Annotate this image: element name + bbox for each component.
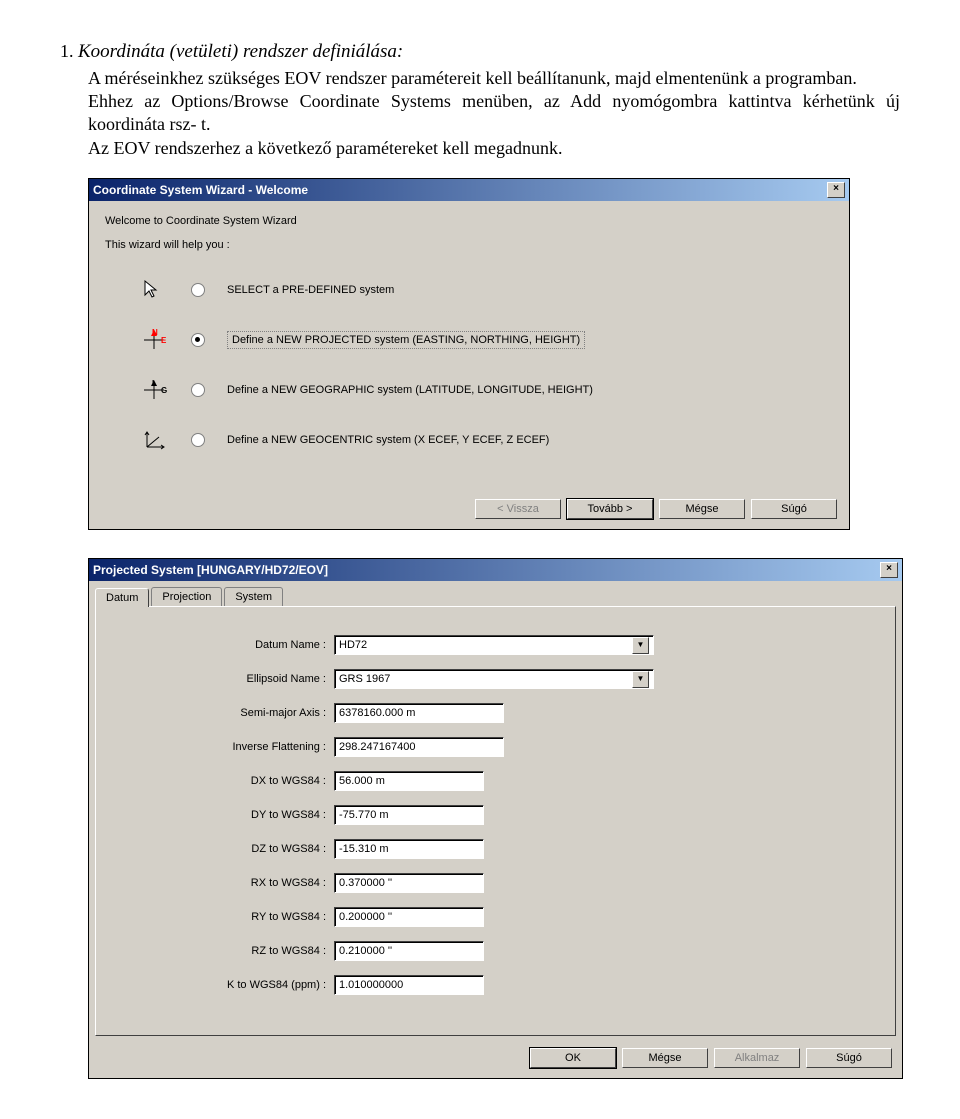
coord-wizard-dialog: Coordinate System Wizard - Welcome × Wel… [88,178,850,530]
welcome-text: Welcome to Coordinate System Wizard [105,215,833,227]
projected-system-dialog: Projected System [HUNGARY/HD72/EOV] × Da… [88,558,903,1079]
option-label: Define a NEW GEOCENTRIC system (X ECEF, … [227,434,549,446]
row-k: K to WGS84 (ppm) : 1.010000000 [106,975,885,995]
cursor-icon [141,279,169,301]
row-datum-name: Datum Name : HD72 ▼ [106,635,885,655]
semimajor-field[interactable]: 6378160.000 m [334,703,504,723]
option-label: Define a NEW GEOGRAPHIC system (LATITUDE… [227,384,593,396]
option-predefined[interactable]: SELECT a PRE-DEFINED system [141,279,833,301]
apply-button: Alkalmaz [714,1048,800,1068]
tab-strip: Datum Projection System [89,581,902,606]
option-geographic[interactable]: L G Define a NEW GEOGRAPHIC system (LATI… [141,379,833,401]
dialog-title: Coordinate System Wizard - Welcome [93,183,308,197]
datum-name-combo[interactable]: HD72 ▼ [334,635,654,655]
label-rx: RX to WGS84 : [106,877,334,889]
close-icon[interactable]: × [880,562,898,578]
label-rz: RZ to WGS84 : [106,945,334,957]
label-datum-name: Datum Name : [106,639,334,651]
label-k: K to WGS84 (ppm) : [106,979,334,991]
option-label: SELECT a PRE-DEFINED system [227,284,394,296]
option-geocentric[interactable]: Define a NEW GEOCENTRIC system (X ECEF, … [141,429,833,451]
back-button: < Vissza [475,499,561,519]
chevron-down-icon[interactable]: ▼ [632,671,649,688]
option-projected[interactable]: N E Define a NEW PROJECTED system (EASTI… [141,329,833,351]
row-rx: RX to WGS84 : 0.370000 '' [106,873,885,893]
row-semimajor: Semi-major Axis : 6378160.000 m [106,703,885,723]
cancel-button[interactable]: Mégse [622,1048,708,1068]
dialog-title: Projected System [HUNGARY/HD72/EOV] [93,563,328,577]
label-dx: DX to WGS84 : [106,775,334,787]
row-rz: RZ to WGS84 : 0.210000 '' [106,941,885,961]
help-button[interactable]: Súgó [751,499,837,519]
rx-field[interactable]: 0.370000 '' [334,873,484,893]
row-dz: DZ to WGS84 : -15.310 m [106,839,885,859]
option-label: Define a NEW PROJECTED system (EASTING, … [227,331,585,349]
compass-icon: N E [141,329,169,351]
section-title: Koordináta (vetületi) rendszer definiálá… [78,41,403,62]
k-field[interactable]: 1.010000000 [334,975,484,995]
label-dy: DY to WGS84 : [106,809,334,821]
label-invflat: Inverse Flattening : [106,741,334,753]
tab-projection[interactable]: Projection [151,587,222,606]
row-dy: DY to WGS84 : -75.770 m [106,805,885,825]
radio-predefined[interactable] [191,283,205,297]
label-semimajor: Semi-major Axis : [106,707,334,719]
rz-field[interactable]: 0.210000 '' [334,941,484,961]
label-ellipsoid: Ellipsoid Name : [106,673,334,685]
titlebar: Coordinate System Wizard - Welcome × [89,179,849,201]
dz-field[interactable]: -15.310 m [334,839,484,859]
titlebar: Projected System [HUNGARY/HD72/EOV] × [89,559,902,581]
dx-field[interactable]: 56.000 m [334,771,484,791]
doc-paragraph: A méréseinkhez szükséges EOV rendszer pa… [88,67,900,161]
ry-field[interactable]: 0.200000 '' [334,907,484,927]
help-button[interactable]: Súgó [806,1048,892,1068]
dy-field[interactable]: -75.770 m [334,805,484,825]
radio-projected[interactable] [191,333,205,347]
chevron-down-icon[interactable]: ▼ [632,637,649,654]
ok-button[interactable]: OK [530,1048,616,1068]
help-text: This wizard will help you : [105,239,833,251]
axes-icon [141,429,169,451]
tab-datum[interactable]: Datum [95,588,149,607]
label-dz: DZ to WGS84 : [106,843,334,855]
close-icon[interactable]: × [827,182,845,198]
row-ellipsoid: Ellipsoid Name : GRS 1967 ▼ [106,669,885,689]
row-invflat: Inverse Flattening : 298.247167400 [106,737,885,757]
cancel-button[interactable]: Mégse [659,499,745,519]
doc-heading: 1. Koordináta (vetületi) rendszer defini… [60,40,900,65]
row-ry: RY to WGS84 : 0.200000 '' [106,907,885,927]
list-number: 1. [60,41,74,61]
invflat-field[interactable]: 298.247167400 [334,737,504,757]
svg-text:E: E [161,336,167,345]
datum-panel: Datum Name : HD72 ▼ Ellipsoid Name : GRS… [95,606,896,1036]
tab-system[interactable]: System [224,587,283,606]
radio-geocentric[interactable] [191,433,205,447]
svg-text:G: G [161,386,167,395]
radio-geographic[interactable] [191,383,205,397]
next-button[interactable]: Tovább > [567,499,653,519]
ellipsoid-combo[interactable]: GRS 1967 ▼ [334,669,654,689]
globe-icon: L G [141,379,169,401]
row-dx: DX to WGS84 : 56.000 m [106,771,885,791]
label-ry: RY to WGS84 : [106,911,334,923]
